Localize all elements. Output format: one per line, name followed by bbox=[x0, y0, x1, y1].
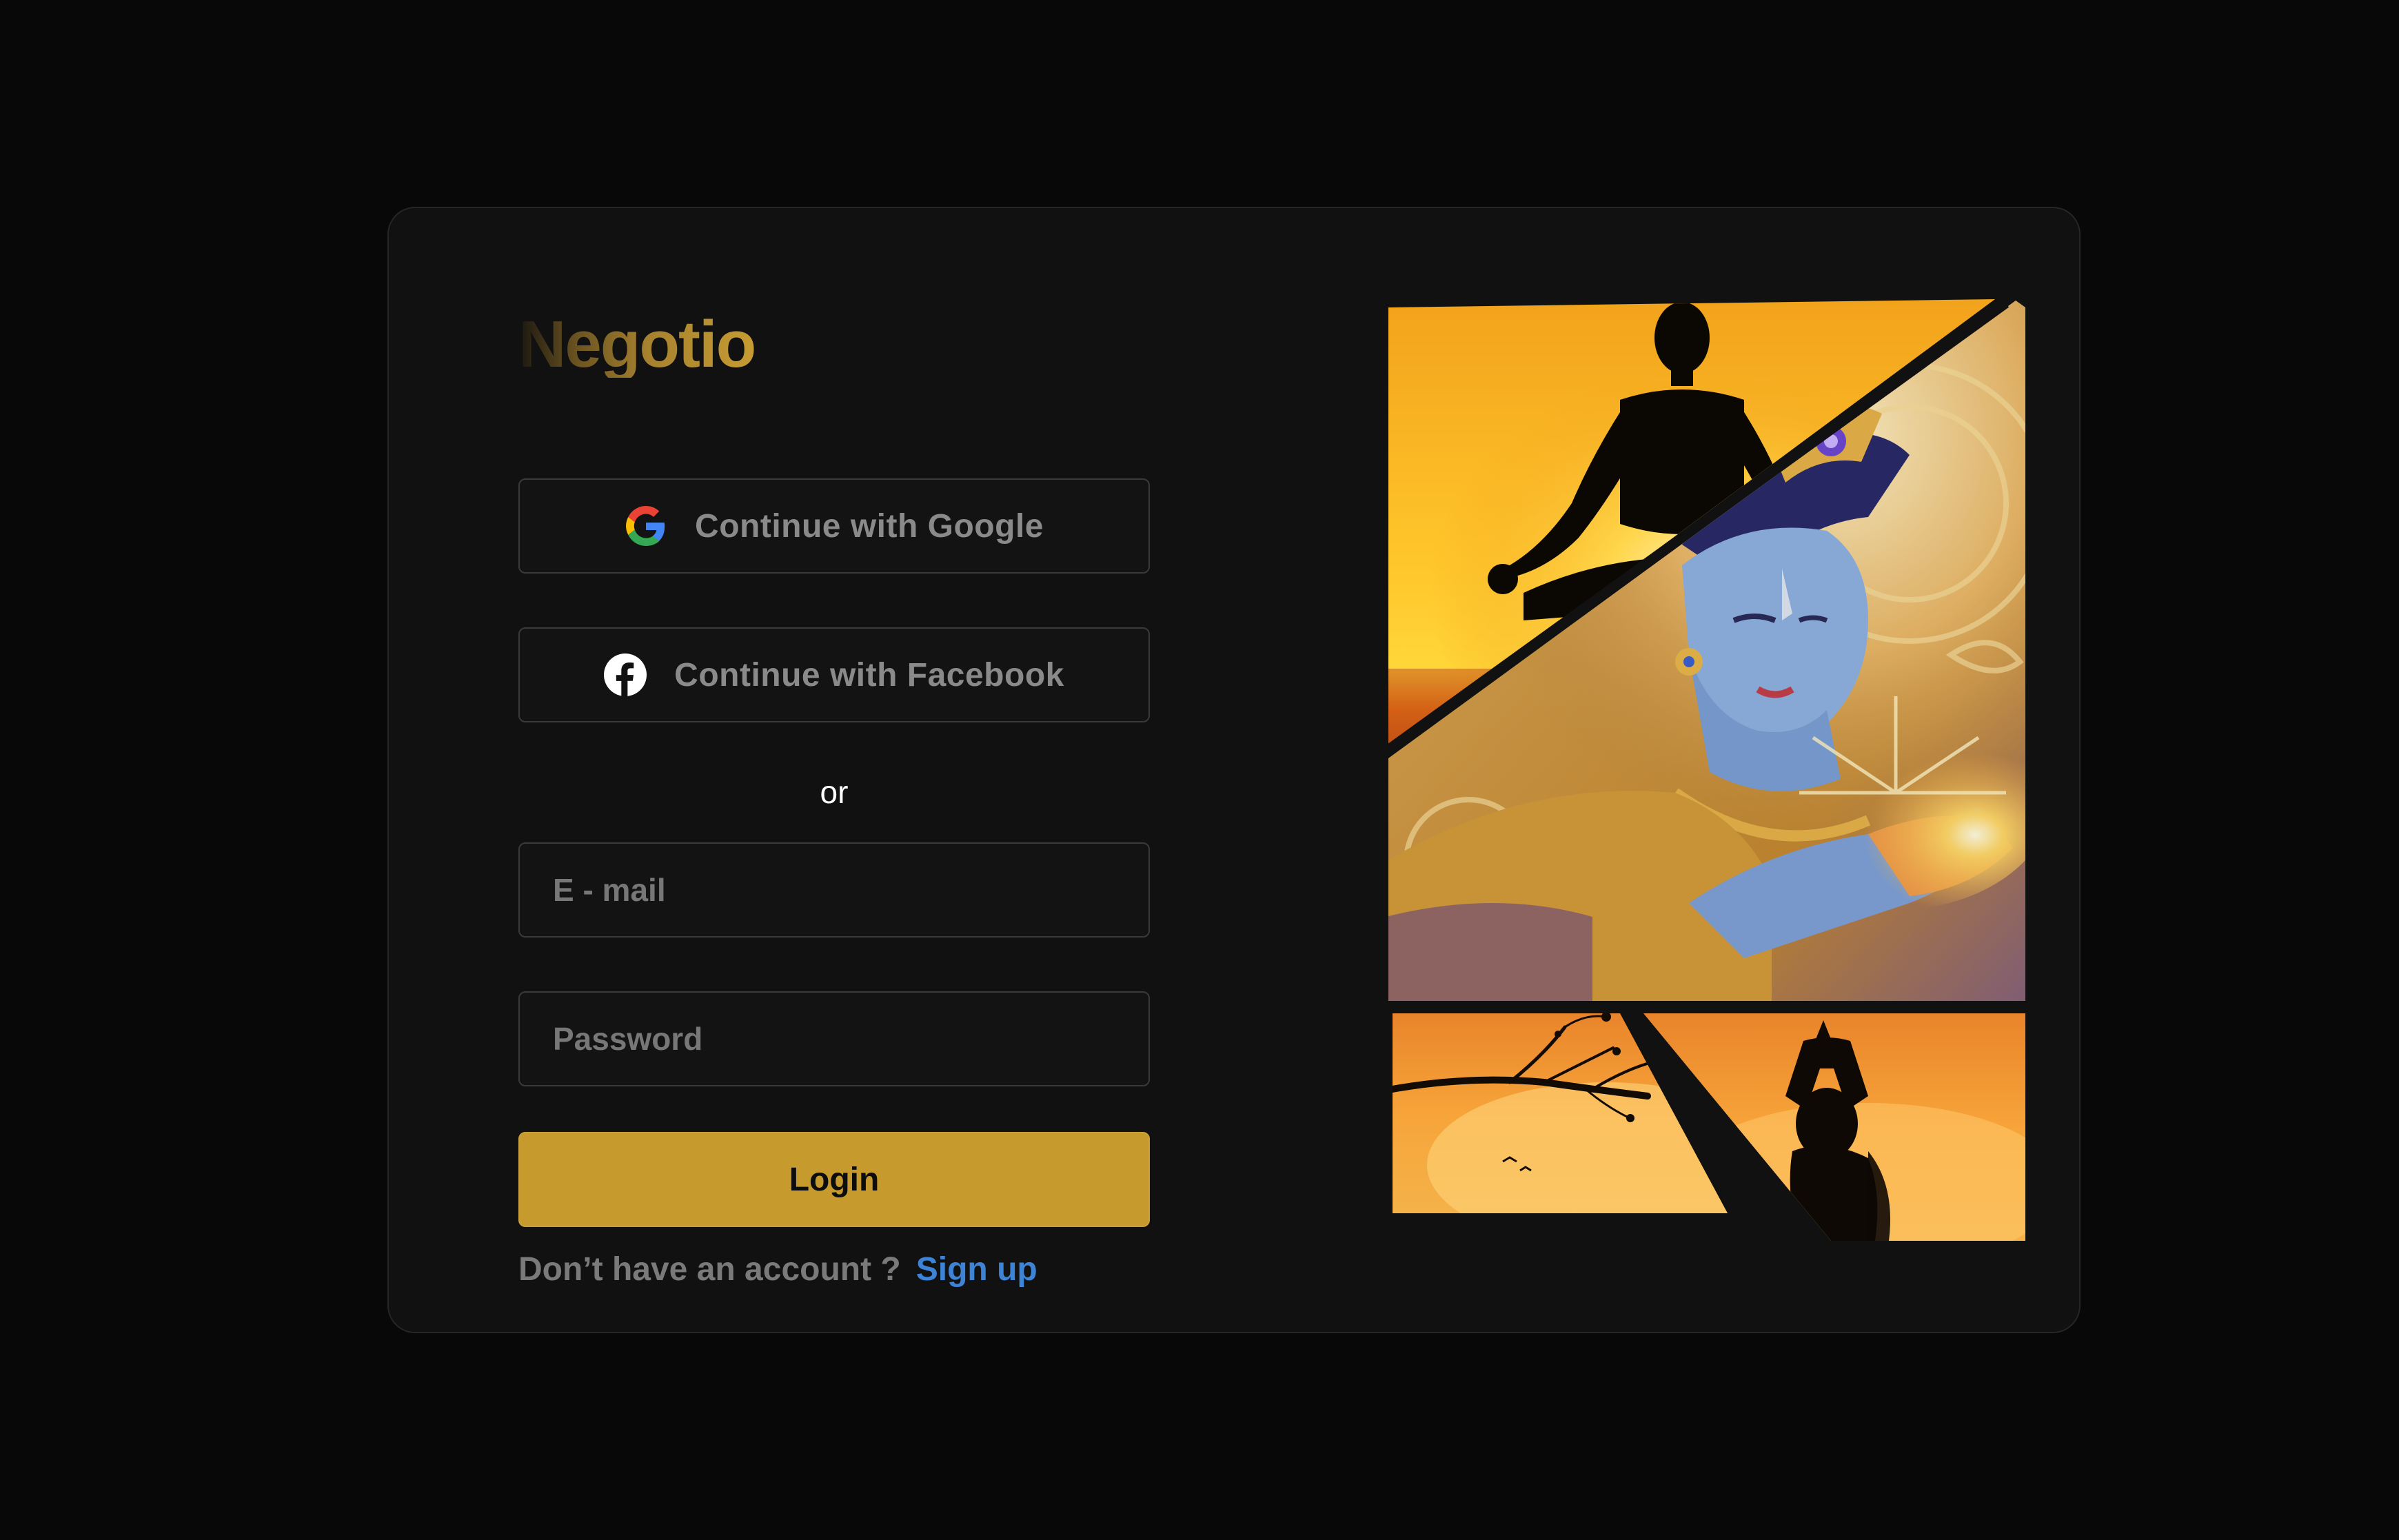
hero-collage bbox=[1386, 299, 2034, 1244]
signup-row: Don’t have an account ? Sign up bbox=[518, 1250, 1037, 1288]
signup-link[interactable]: Sign up bbox=[916, 1250, 1037, 1288]
google-login-button[interactable]: Continue with Google bbox=[518, 478, 1150, 574]
password-field[interactable] bbox=[518, 991, 1150, 1086]
brand-logo: Negotio bbox=[518, 307, 756, 381]
facebook-login-button[interactable]: Continue with Facebook bbox=[518, 627, 1150, 722]
email-input[interactable] bbox=[551, 843, 1148, 937]
yoga-woman-panel bbox=[1643, 1013, 2025, 1241]
no-account-text: Don’t have an account ? bbox=[518, 1251, 901, 1288]
password-input[interactable] bbox=[551, 992, 1148, 1086]
email-field[interactable] bbox=[518, 842, 1150, 938]
login-card: Negotio Continue with Google Continue wi… bbox=[387, 207, 2081, 1333]
facebook-icon bbox=[604, 654, 647, 696]
google-login-label: Continue with Google bbox=[695, 507, 1044, 545]
divider-or: or bbox=[820, 774, 849, 810]
google-icon bbox=[625, 505, 667, 547]
login-button[interactable]: Login bbox=[518, 1132, 1150, 1227]
facebook-login-label: Continue with Facebook bbox=[674, 656, 1064, 693]
